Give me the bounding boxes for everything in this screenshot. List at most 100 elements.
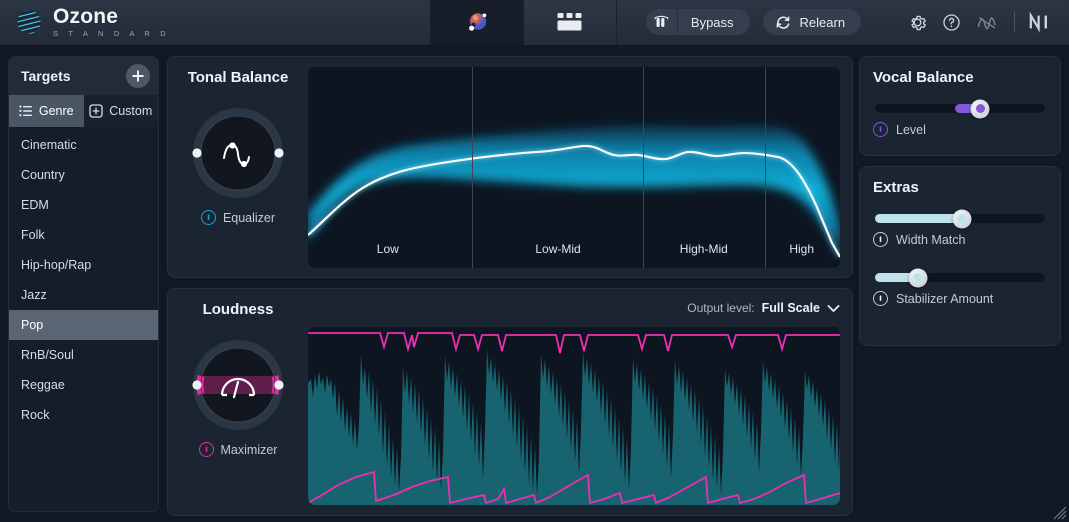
- sidebar-item-pop[interactable]: Pop: [9, 310, 158, 340]
- relearn-label: Relearn: [800, 15, 846, 30]
- sidebar-item-edm[interactable]: EDM: [9, 190, 158, 220]
- bypass-label[interactable]: Bypass: [678, 15, 750, 30]
- master-assistant-tab[interactable]: [430, 0, 523, 45]
- equalizer-knob-label: Equalizer: [201, 210, 275, 225]
- tonal-balance-graph[interactable]: Low Low-Mid High-Mid High: [308, 67, 840, 268]
- vocal-level-label: Level: [873, 122, 1047, 137]
- width-match-slider-block: Width Match: [873, 214, 1047, 247]
- tab-genre-label: Genre: [39, 104, 74, 118]
- loudness-panel: Loudness: [167, 288, 853, 516]
- sidebar-item-rnb-soul[interactable]: RnB/Soul: [9, 340, 158, 370]
- sidebar-item-rock[interactable]: Rock: [9, 400, 158, 430]
- sidebar-item-jazz[interactable]: Jazz: [9, 280, 158, 310]
- maximizer-knob-label: Maximizer: [199, 442, 278, 457]
- tonal-curve-plot: [308, 67, 840, 268]
- tab-genre[interactable]: Genre: [9, 95, 84, 127]
- band-label-row: Low Low-Mid High-Mid High: [308, 242, 840, 262]
- tonal-balance-panel: Tonal Balance Equalizer: [167, 56, 853, 278]
- vocal-level-slider[interactable]: [875, 104, 1045, 113]
- vocal-balance-panel: Vocal Balance Level: [859, 56, 1061, 156]
- band-label-high: High: [789, 242, 814, 256]
- sidebar-item-folk[interactable]: Folk: [9, 220, 158, 250]
- tab-custom[interactable]: Custom: [84, 95, 159, 127]
- genre-list: Cinematic Country EDM Folk Hip-hop/Rap J…: [9, 127, 158, 430]
- brand-edition: S T A N D A R D: [53, 29, 170, 38]
- band-divider-3: [765, 67, 766, 268]
- vocal-level-label-text: Level: [896, 123, 926, 137]
- assistant-sphere-icon: [463, 8, 491, 36]
- ozone-sphere-logo-icon: [14, 7, 44, 37]
- power-icon[interactable]: [199, 442, 214, 457]
- loudness-title: Loudness: [203, 301, 274, 318]
- stabilizer-amount-slider[interactable]: [875, 273, 1045, 282]
- top-bar: Ozone S T A N D A R D: [0, 0, 1069, 45]
- native-instruments-icon[interactable]: [1028, 11, 1052, 33]
- width-match-label: Width Match: [873, 232, 1047, 247]
- output-level-label: Output level:: [687, 301, 754, 315]
- question-circle-icon[interactable]: [941, 12, 962, 33]
- plus-icon: [131, 69, 145, 83]
- targets-sidebar: Targets Genre: [8, 56, 159, 512]
- sidebar-item-country[interactable]: Country: [9, 160, 158, 190]
- view-tabs: [430, 0, 616, 45]
- izotope-squiggle-icon[interactable]: [975, 11, 1001, 33]
- band-label-low: Low: [377, 242, 399, 256]
- vocal-level-slider-block: Level: [873, 104, 1047, 137]
- output-level-control[interactable]: Output level: Full Scale: [687, 301, 840, 315]
- sidebar-item-reggae[interactable]: Reggae: [9, 370, 158, 400]
- list-icon: [19, 105, 33, 117]
- power-icon[interactable]: [873, 122, 888, 137]
- extras-panel: Extras Width Match: [859, 166, 1061, 346]
- maximizer-knob[interactable]: [191, 338, 285, 432]
- power-icon[interactable]: [873, 291, 888, 306]
- brand-name: Ozone: [53, 6, 170, 27]
- band-label-high-mid: High-Mid: [680, 242, 728, 256]
- vocal-level-thumb[interactable]: [971, 99, 990, 118]
- band-divider-2: [643, 67, 644, 268]
- width-match-thumb[interactable]: [952, 209, 971, 228]
- targets-title: Targets: [21, 68, 71, 84]
- sidebar-item-hiphop-rap[interactable]: Hip-hop/Rap: [9, 250, 158, 280]
- transport-controls: Bypass Relearn: [616, 0, 890, 45]
- targets-tabs: Genre Custom: [9, 95, 158, 127]
- chevron-down-icon[interactable]: [827, 304, 840, 313]
- add-target-button[interactable]: [126, 64, 150, 88]
- band-divider-1: [472, 67, 473, 268]
- tab-custom-label: Custom: [109, 104, 152, 118]
- bypass-meter-icon[interactable]: [646, 9, 678, 35]
- targets-header: Targets: [9, 57, 158, 95]
- utility-icons: [890, 0, 1069, 45]
- stabilizer-amount-slider-block: Stabilizer Amount: [873, 273, 1047, 306]
- divider: [1014, 12, 1015, 32]
- refresh-circle-icon: [774, 13, 792, 31]
- tonal-balance-title: Tonal Balance: [188, 69, 289, 86]
- modules-grid-icon: [555, 11, 585, 33]
- extras-title: Extras: [873, 179, 1047, 196]
- stabilizer-amount-label-text: Stabilizer Amount: [896, 292, 993, 306]
- relearn-button[interactable]: Relearn: [763, 9, 862, 35]
- maximizer-knob-column: Loudness: [168, 289, 308, 515]
- band-label-low-mid: Low-Mid: [535, 242, 580, 256]
- width-match-label-text: Width Match: [896, 233, 965, 247]
- power-icon[interactable]: [201, 210, 216, 225]
- vocal-balance-title: Vocal Balance: [873, 69, 1047, 86]
- width-match-slider[interactable]: [875, 214, 1045, 223]
- equalizer-label-text: Equalizer: [223, 211, 275, 225]
- plugin-window: Ozone S T A N D A R D: [0, 0, 1069, 522]
- width-match-fill: [875, 214, 962, 223]
- loudness-graph[interactable]: [308, 327, 840, 505]
- power-icon[interactable]: [873, 232, 888, 247]
- bypass-control[interactable]: Bypass: [646, 9, 750, 35]
- resize-grip-icon[interactable]: [1053, 506, 1067, 520]
- stabilizer-amount-thumb[interactable]: [908, 268, 927, 287]
- gear-icon[interactable]: [907, 12, 928, 33]
- equalizer-knob-column: Tonal Balance Equalizer: [168, 57, 308, 277]
- loudness-waveform-plot: [308, 327, 840, 505]
- maximizer-label-text: Maximizer: [221, 443, 278, 457]
- sidebar-item-cinematic[interactable]: Cinematic: [9, 130, 158, 160]
- output-level-value[interactable]: Full Scale: [762, 301, 820, 315]
- equalizer-knob[interactable]: [191, 106, 285, 200]
- module-view-tab[interactable]: [523, 0, 616, 45]
- brand-area: Ozone S T A N D A R D: [0, 0, 430, 45]
- stabilizer-amount-label: Stabilizer Amount: [873, 291, 1047, 306]
